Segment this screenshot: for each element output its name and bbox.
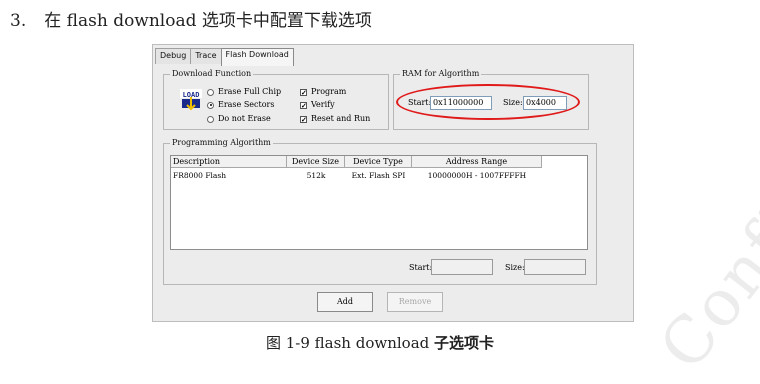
- reset-and-run-checkbox[interactable]: ✓: [300, 115, 307, 123]
- algorithm-table[interactable]: Description Device Size Device Type Addr…: [170, 155, 588, 250]
- highlight-oval: [396, 84, 580, 120]
- col-description[interactable]: Description: [171, 156, 287, 168]
- remove-button[interactable]: Remove: [387, 292, 443, 312]
- table-header: Description Device Size Device Type Addr…: [171, 156, 542, 168]
- erase-full-chip-radio[interactable]: [207, 88, 214, 96]
- figure-caption: 图 1-9 flash download 子选项卡: [0, 332, 760, 353]
- caption-prefix: 图 1-9 flash download: [265, 334, 435, 352]
- col-device-size[interactable]: Device Size: [287, 156, 345, 168]
- erase-sectors-radio[interactable]: [207, 101, 214, 109]
- caption-suffix: 子选项卡: [434, 334, 495, 352]
- erase-sectors-label: Erase Sectors: [218, 100, 275, 109]
- algo-start-label: Start:: [409, 263, 433, 272]
- cell-address-range: 10000000H - 1007FFFFH: [427, 171, 527, 180]
- cell-description: FR8000 Flash: [173, 171, 227, 180]
- do-not-erase-radio[interactable]: [207, 115, 214, 123]
- cell-device-size: 512k: [306, 171, 326, 180]
- verify-label: Verify: [311, 100, 335, 109]
- do-not-erase-label: Do not Erase: [218, 114, 271, 123]
- programming-algorithm-title: Programming Algorithm: [170, 138, 273, 148]
- reset-and-run-label: Reset and Run: [311, 114, 371, 123]
- program-checkbox[interactable]: ✓: [300, 88, 307, 96]
- cell-device-type: Ext. Flash SPI: [351, 171, 406, 180]
- program-label: Program: [311, 87, 347, 96]
- erase-sectors-option[interactable]: Erase Sectors: [207, 100, 274, 110]
- erase-full-chip-label: Erase Full Chip: [218, 87, 282, 96]
- tab-trace[interactable]: Trace: [190, 48, 222, 64]
- col-address-range[interactable]: Address Range: [412, 156, 542, 168]
- tab-flash-download[interactable]: Flash Download: [220, 48, 294, 66]
- step-heading: 3. 在 flash download 选项卡中配置下载选项: [10, 6, 372, 31]
- verify-option[interactable]: ✓ Verify: [300, 100, 335, 110]
- step-text: 在 flash download 选项卡中配置下载选项: [44, 11, 372, 31]
- load-icon: LOAD: [180, 89, 202, 111]
- algo-size-label: Size:: [505, 263, 525, 272]
- add-button[interactable]: Add: [317, 292, 373, 312]
- ram-for-algorithm-title: RAM for Algorithm: [400, 69, 482, 79]
- table-row[interactable]: FR8000 Flash 512k Ext. Flash SPI 1000000…: [171, 170, 542, 181]
- download-function-title: Download Function: [170, 69, 254, 79]
- tab-bar: Debug Trace Flash Download: [155, 48, 294, 66]
- reset-and-run-option[interactable]: ✓ Reset and Run: [300, 114, 370, 124]
- watermark: Confidential: [646, 5, 760, 384]
- step-number: 3.: [10, 11, 27, 31]
- col-device-type[interactable]: Device Type: [345, 156, 412, 168]
- erase-full-chip-option[interactable]: Erase Full Chip: [207, 87, 281, 97]
- program-option[interactable]: ✓ Program: [300, 87, 346, 97]
- tab-debug[interactable]: Debug: [155, 48, 192, 64]
- do-not-erase-option[interactable]: Do not Erase: [207, 114, 271, 124]
- algo-start-field[interactable]: [431, 259, 493, 275]
- algo-size-field[interactable]: [524, 259, 586, 275]
- verify-checkbox[interactable]: ✓: [300, 101, 307, 109]
